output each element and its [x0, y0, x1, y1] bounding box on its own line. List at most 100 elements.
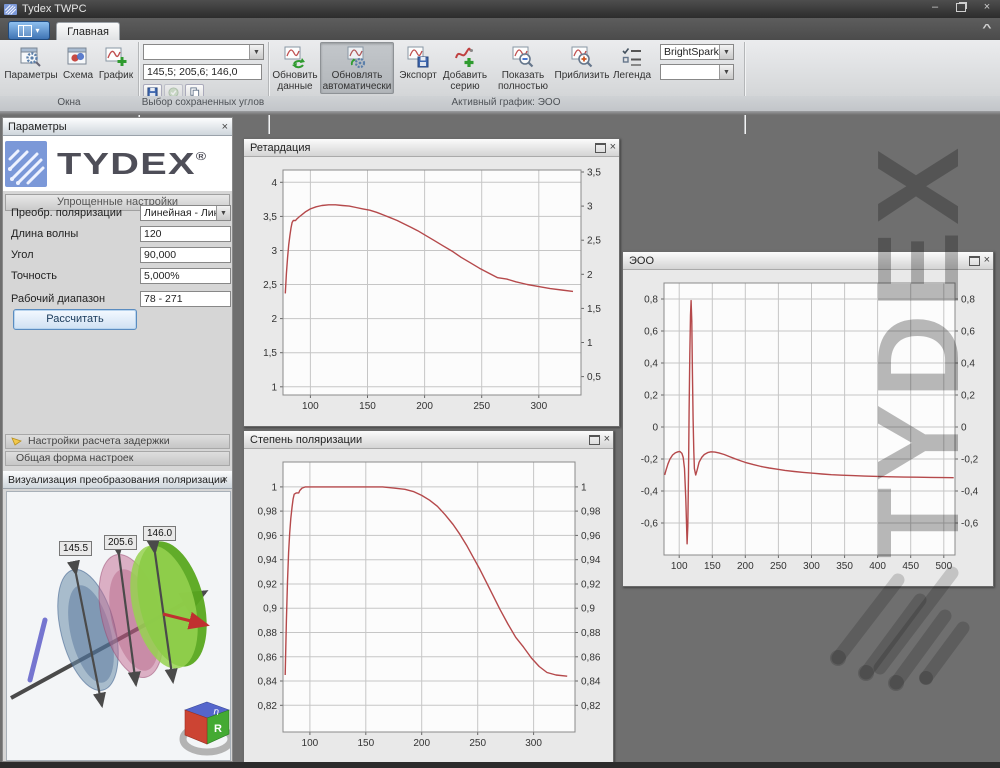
- zoom-in-button[interactable]: Приблизить: [556, 42, 608, 94]
- maximize-icon[interactable]: [969, 256, 980, 266]
- angle-field[interactable]: [140, 247, 231, 263]
- ribbon-group-labels: Окна Выбор сохраненных углов Активный гр…: [0, 96, 1000, 111]
- svg-text:1: 1: [271, 382, 277, 393]
- svg-text:-0,2: -0,2: [961, 455, 979, 466]
- warning-icon: [11, 437, 22, 446]
- combo-value: Линейная - Лин: [141, 207, 216, 219]
- refresh-data-button[interactable]: Обновить данные: [272, 42, 318, 94]
- close-icon[interactable]: ×: [604, 433, 610, 446]
- restore-button[interactable]: [952, 1, 970, 15]
- field-label: Длина волны: [11, 228, 78, 240]
- cube-logo: n R: [183, 702, 230, 752]
- svg-text:0,88: 0,88: [581, 628, 601, 639]
- restore-icon: [956, 3, 966, 12]
- svg-text:100: 100: [302, 401, 319, 412]
- tab-home[interactable]: Главная: [56, 22, 120, 41]
- svg-text:0,4: 0,4: [961, 359, 975, 370]
- button-label: Легенда: [613, 70, 651, 81]
- section-delay-settings[interactable]: Настройки расчета задержки: [5, 434, 230, 449]
- window-titlebar[interactable]: Степень поляризации ×: [244, 431, 613, 449]
- graph-button[interactable]: График: [98, 42, 134, 94]
- maximize-icon[interactable]: [595, 143, 606, 153]
- svg-text:0,9: 0,9: [263, 604, 277, 615]
- series-style-combo[interactable]: BrightSpark ▼: [660, 44, 734, 60]
- window-title: Степень поляризации: [250, 434, 362, 446]
- ribbon: Параметры Схема График ▼: [0, 40, 1000, 97]
- legend-button[interactable]: Легенда: [610, 42, 654, 94]
- panel-header[interactable]: Параметры ×: [3, 118, 232, 136]
- svg-text:2,5: 2,5: [587, 236, 601, 247]
- minimize-button[interactable]: –: [926, 1, 944, 15]
- button-label: Приблизить: [555, 70, 610, 81]
- range-field[interactable]: [140, 291, 231, 307]
- angles-field[interactable]: [143, 64, 262, 80]
- maximize-icon[interactable]: [589, 435, 600, 445]
- ribbon-collapse-chevron[interactable]: ^: [982, 23, 991, 34]
- svg-text:0,92: 0,92: [258, 580, 278, 591]
- app-menu-icon: [18, 25, 32, 37]
- close-icon[interactable]: ×: [984, 254, 990, 267]
- params-window-icon: [18, 45, 44, 69]
- chart-auto-refresh-icon: [344, 45, 370, 69]
- show-all-button[interactable]: Показать полностью: [493, 42, 553, 94]
- export-button[interactable]: Экспорт: [398, 42, 438, 94]
- svg-text:200: 200: [413, 738, 430, 749]
- section-general-settings[interactable]: Общая форма настроек: [5, 451, 230, 466]
- add-series-button[interactable]: Добавить серию: [440, 42, 490, 94]
- legend-icon: [619, 45, 645, 69]
- scheme-button[interactable]: Схема: [60, 42, 96, 94]
- polarization-select[interactable]: Линейная - Лин ▼: [140, 205, 231, 221]
- close-icon[interactable]: ×: [610, 141, 616, 154]
- svg-text:0,4: 0,4: [644, 359, 658, 370]
- accuracy-field[interactable]: [140, 268, 231, 284]
- svg-text:300: 300: [525, 738, 542, 749]
- svg-text:300: 300: [530, 401, 547, 412]
- svg-text:0: 0: [961, 423, 967, 434]
- svg-text:3,5: 3,5: [587, 168, 601, 179]
- viz-panel-header[interactable]: Визуализация преобразования поляризации …: [3, 471, 232, 489]
- app-window: Tydex TWPC – × ▾ Главная ^ Параметры: [0, 0, 1000, 768]
- button-label: Добавить серию: [441, 70, 489, 92]
- svg-text:0,6: 0,6: [644, 327, 658, 338]
- group-label-angles: Выбор сохраненных углов: [138, 97, 268, 108]
- window-titlebar[interactable]: ЭОО ×: [623, 252, 993, 270]
- window-retardation: Ретардация × 10015020025030011,522,533,5…: [243, 138, 620, 427]
- wavelength-field[interactable]: [140, 226, 231, 242]
- retardation-chart[interactable]: 10015020025030011,522,533,540,511,522,53…: [245, 157, 617, 424]
- svg-text:0: 0: [652, 423, 658, 434]
- svg-text:0,84: 0,84: [581, 677, 601, 688]
- chart-plus-icon: [103, 45, 129, 69]
- svg-text:150: 150: [704, 561, 721, 572]
- svg-text:200: 200: [416, 401, 433, 412]
- svg-text:300: 300: [803, 561, 820, 572]
- input-polarization-marker: [30, 620, 45, 680]
- zoom-in-chart-icon: [569, 45, 595, 69]
- ribbon-bottom-edge: [0, 111, 1000, 115]
- svg-text:400: 400: [869, 561, 886, 572]
- auto-refresh-toggle[interactable]: Обновлять автоматически: [320, 42, 394, 94]
- svg-text:4: 4: [271, 178, 277, 189]
- chart-refresh-icon: [282, 45, 308, 69]
- logo-text: TYDEX®: [57, 146, 207, 182]
- close-button[interactable]: ×: [978, 1, 996, 15]
- field-label: Рабочий диапазон: [11, 293, 105, 305]
- close-icon[interactable]: ×: [222, 118, 228, 136]
- field-label: Преобр. поляризации: [11, 207, 122, 219]
- svg-text:100: 100: [302, 738, 319, 749]
- close-icon[interactable]: ×: [222, 471, 228, 489]
- button-label: Обновить данные: [272, 70, 317, 92]
- button-label: Параметры: [4, 70, 57, 81]
- eoo-chart[interactable]: 100150200250300350400450500-0,6-0,4-0,20…: [624, 270, 991, 584]
- calculate-button[interactable]: Рассчитать: [13, 309, 137, 330]
- polarization-degree-chart[interactable]: 1001502002503000,820,840,860,880,90,920,…: [245, 449, 611, 761]
- window-titlebar[interactable]: Ретардация ×: [244, 139, 619, 157]
- polarization-3d-view[interactable]: n R 145.5 205.6 146.0: [6, 491, 231, 761]
- saved-angles-combo[interactable]: ▼: [143, 44, 264, 60]
- disk-angle-label: 205.6: [104, 535, 137, 550]
- app-menu-button[interactable]: ▾: [8, 21, 50, 40]
- params-button[interactable]: Параметры: [6, 42, 56, 94]
- svg-text:0,84: 0,84: [258, 677, 278, 688]
- panel-title: Параметры: [8, 121, 67, 133]
- zoom-out-chart-icon: [510, 45, 536, 69]
- series-select-combo[interactable]: ▼: [660, 64, 734, 80]
